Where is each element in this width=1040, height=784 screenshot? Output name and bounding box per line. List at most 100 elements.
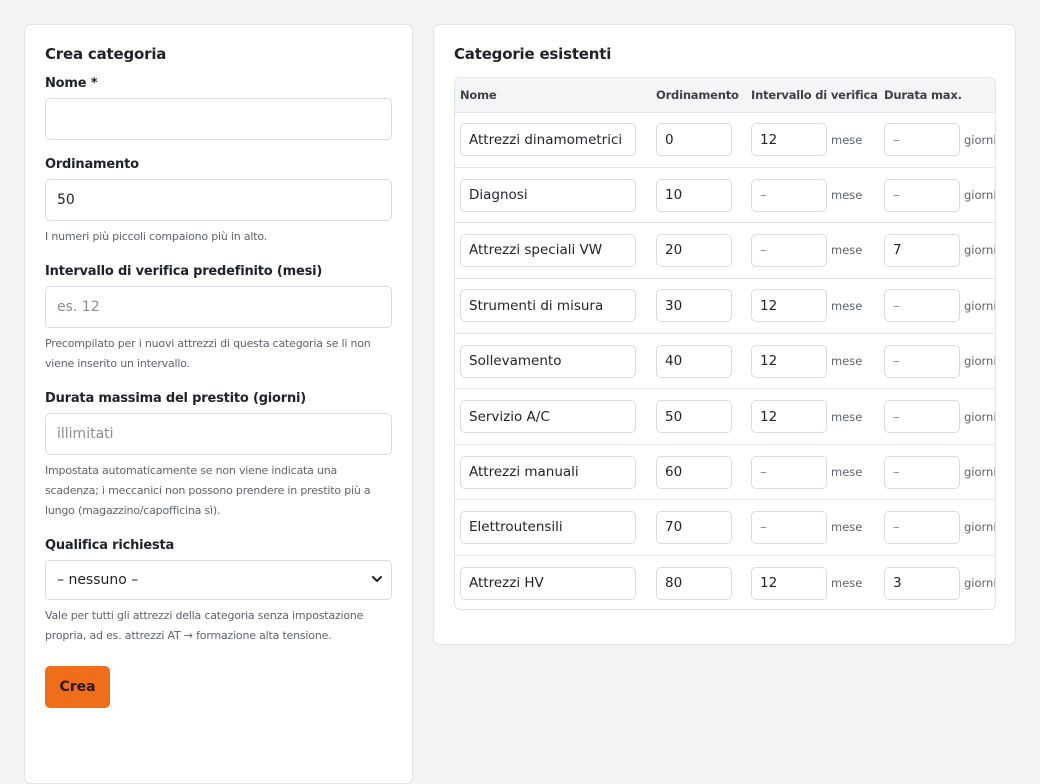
cell-name	[455, 333, 651, 390]
table-row: mese giorni	[455, 333, 995, 390]
interval-input[interactable]	[45, 286, 392, 328]
category-interval-input[interactable]	[751, 455, 827, 489]
category-loan-input[interactable]	[884, 566, 960, 600]
table-row: mese giorni	[455, 388, 995, 445]
category-loan-input[interactable]	[884, 400, 960, 434]
category-interval-input[interactable]	[751, 233, 827, 267]
chevron-down-icon	[372, 576, 382, 582]
category-loan-input[interactable]	[884, 123, 960, 157]
header-name: Nome	[455, 78, 651, 113]
unit-days-label: giorni	[964, 465, 996, 480]
category-order-input[interactable]	[656, 400, 732, 434]
category-name-input[interactable]	[460, 455, 636, 489]
table-row: mese giorni	[455, 444, 996, 501]
category-interval-input[interactable]	[751, 123, 827, 157]
cell-name	[455, 444, 651, 501]
cell-order	[651, 555, 746, 609]
unit-month-label: mese	[831, 188, 863, 203]
categories-table: Nome Ordinamento Intervallo di verifica …	[455, 78, 996, 609]
interval-help: Precompilato per i nuovi attrezzi di que…	[45, 337, 371, 370]
cell-order	[651, 499, 746, 556]
category-loan-input[interactable]	[884, 289, 960, 323]
cell-interval: mese	[746, 444, 879, 501]
cell-loan: giorni	[879, 222, 996, 279]
order-help: I numeri più piccoli compaiono più in al…	[45, 230, 267, 243]
unit-month-label: mese	[831, 409, 863, 424]
category-interval-input[interactable]	[751, 178, 827, 212]
cell-loan: giorni	[879, 499, 995, 556]
unit-days-label: giorni	[964, 132, 996, 147]
cell-loan: giorni	[879, 167, 996, 224]
cell-name	[455, 555, 651, 609]
cell-interval: mese	[746, 222, 879, 279]
cell-name	[455, 278, 651, 335]
cell-order	[651, 167, 746, 224]
cell-name	[455, 499, 651, 556]
category-loan-input[interactable]	[884, 455, 960, 489]
cell-interval: mese	[746, 278, 879, 335]
qualification-select[interactable]: – nessuno –	[45, 560, 392, 600]
category-name-input[interactable]	[460, 123, 636, 157]
category-loan-input[interactable]	[884, 344, 960, 378]
create-button[interactable]: Crea	[45, 666, 110, 708]
loan-input[interactable]	[45, 413, 392, 455]
qualification-label: Qualifica richiesta	[45, 538, 175, 553]
cell-order	[651, 444, 746, 501]
unit-month-label: mese	[831, 132, 863, 147]
category-interval-input[interactable]	[751, 566, 827, 600]
unit-month-label: mese	[831, 576, 863, 591]
category-order-input[interactable]	[656, 178, 732, 212]
cell-loan: giorni	[879, 333, 995, 390]
category-order-input[interactable]	[656, 455, 732, 489]
name-input[interactable]	[45, 98, 392, 140]
category-name-input[interactable]	[460, 178, 636, 212]
cell-loan: giorni	[879, 278, 996, 335]
category-interval-input[interactable]	[751, 289, 827, 323]
category-name-input[interactable]	[460, 566, 636, 600]
unit-month-label: mese	[831, 243, 863, 258]
cell-loan: giorni	[879, 388, 995, 445]
unit-days-label: giorni	[964, 188, 996, 203]
order-group: Ordinamento I numeri più piccoli compaio…	[45, 157, 392, 247]
category-name-input[interactable]	[460, 400, 636, 434]
interval-label: Intervallo di verifica predefinito (mesi…	[45, 264, 323, 279]
category-name-input[interactable]	[460, 289, 636, 323]
interval-group: Intervallo di verifica predefinito (mesi…	[45, 264, 392, 374]
unit-month-label: mese	[831, 354, 863, 369]
existing-categories-card: Categorie esistenti Nome Ordinamento Int…	[433, 24, 1016, 645]
category-name-input[interactable]	[460, 344, 636, 378]
cell-name	[455, 388, 651, 445]
header-interval: Intervallo di verifica	[746, 78, 879, 113]
category-interval-input[interactable]	[751, 344, 827, 378]
category-loan-input[interactable]	[884, 233, 960, 267]
cell-loan: giorni	[879, 444, 996, 501]
cell-interval: mese	[746, 333, 879, 390]
loan-group: Durata massima del prestito (giorni) Imp…	[45, 391, 392, 521]
category-order-input[interactable]	[656, 233, 732, 267]
category-interval-input[interactable]	[751, 400, 827, 434]
unit-days-label: giorni	[964, 298, 996, 313]
category-order-input[interactable]	[656, 123, 732, 157]
create-category-card: Crea categoria Nome * Ordinamento I nume…	[24, 24, 413, 784]
category-interval-input[interactable]	[751, 510, 827, 544]
category-order-input[interactable]	[656, 289, 732, 323]
category-name-input[interactable]	[460, 233, 636, 267]
cell-interval: mese	[746, 388, 879, 445]
category-loan-input[interactable]	[884, 510, 960, 544]
categories-table-container[interactable]: Nome Ordinamento Intervallo di verifica …	[454, 77, 996, 610]
category-name-input[interactable]	[460, 510, 636, 544]
order-input[interactable]	[45, 179, 392, 221]
cell-name	[455, 112, 651, 168]
unit-days-label: giorni	[964, 576, 996, 591]
qualification-help: Vale per tutti gli attrezzi della catego…	[45, 609, 364, 642]
category-order-input[interactable]	[656, 344, 732, 378]
create-category-title: Crea categoria	[45, 45, 167, 63]
cell-interval: mese	[746, 555, 879, 609]
unit-days-label: giorni	[964, 243, 996, 258]
category-loan-input[interactable]	[884, 178, 960, 212]
category-order-input[interactable]	[656, 510, 732, 544]
table-row: mese giorni	[455, 112, 996, 168]
category-order-input[interactable]	[656, 566, 732, 600]
header-loan: Durata max.	[879, 78, 995, 113]
cell-order	[651, 222, 746, 279]
